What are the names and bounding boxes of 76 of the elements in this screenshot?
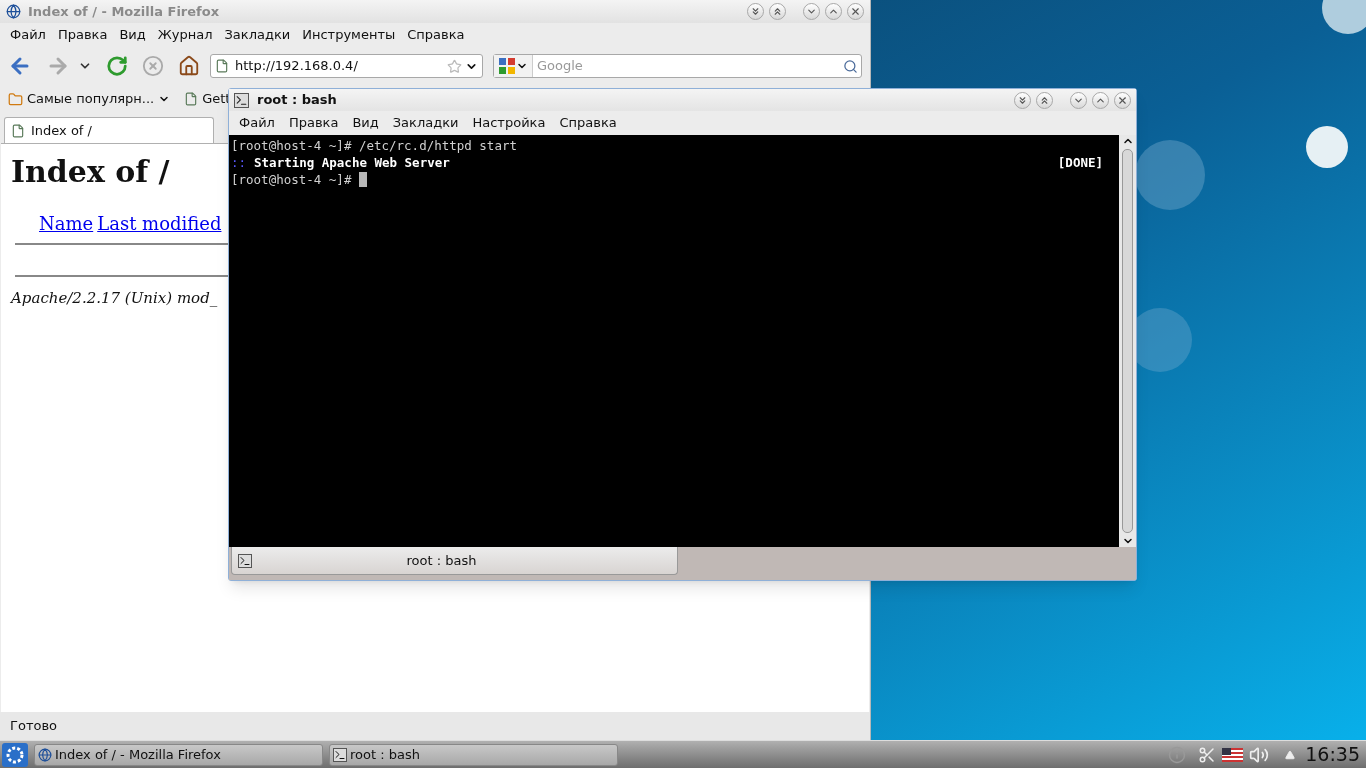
reload-icon[interactable] <box>106 55 128 77</box>
taskbar-button[interactable]: root : bash <box>329 743 618 766</box>
close-icon <box>1117 94 1128 106</box>
gear-icon <box>6 745 24 764</box>
flag-icon[interactable] <box>1222 747 1244 762</box>
double-chevron-up-icon <box>772 6 783 17</box>
search-engine-icon[interactable] <box>498 57 516 75</box>
bookmark-item[interactable]: Gett <box>184 89 231 109</box>
url-text: http://192.168.0.4/ <box>235 57 359 76</box>
close-icon <box>850 6 861 17</box>
star-icon[interactable] <box>447 58 462 74</box>
volume-icon[interactable] <box>1249 744 1270 765</box>
expand-tray-icon[interactable] <box>1285 749 1296 760</box>
minimize-button[interactable] <box>1070 91 1087 109</box>
menu-item[interactable]: Правка <box>51 25 114 45</box>
maximize-button[interactable] <box>1092 91 1109 109</box>
menu-item[interactable]: Настройка <box>465 113 553 133</box>
search-field[interactable]: Google <box>493 54 862 78</box>
scrollbar-thumb[interactable] <box>1122 149 1133 533</box>
terminal-tab[interactable]: root : bash <box>231 547 678 575</box>
menu-item[interactable]: Закладки <box>218 25 297 45</box>
close-button[interactable] <box>847 3 864 20</box>
maximize-button[interactable] <box>825 3 842 20</box>
globe-icon <box>38 747 52 762</box>
menu-item[interactable]: Справка <box>401 25 471 45</box>
page-icon <box>11 123 25 138</box>
status-result: [DONE] <box>1057 154 1103 171</box>
terminal-icon <box>333 747 347 762</box>
globe-icon <box>6 4 21 19</box>
menu-item[interactable]: Файл <box>232 113 282 133</box>
scrollbar[interactable] <box>1119 135 1136 547</box>
status-bar: Готово <box>0 712 870 740</box>
keep-above-button[interactable] <box>1036 91 1053 109</box>
menu-item[interactable]: Вид <box>345 113 386 133</box>
minimize-button[interactable] <box>803 3 820 20</box>
status-prefix: :: <box>231 154 247 171</box>
close-button[interactable] <box>1114 91 1131 109</box>
taskbar-button[interactable]: Index of / - Mozilla Firefox <box>34 743 323 766</box>
keep-above-button[interactable] <box>769 3 786 20</box>
status-message: Starting Apache Web Server <box>254 154 450 171</box>
menu-item[interactable]: Закладки <box>385 113 466 133</box>
menu-item[interactable]: Инструменты <box>296 25 402 45</box>
terminal-prompt: [root@host-4 ~]# <box>231 171 352 188</box>
menu-item[interactable]: Журнал <box>151 25 219 45</box>
column-link[interactable]: Name <box>39 210 94 237</box>
url-field[interactable]: http://192.168.0.4/ <box>210 54 483 78</box>
keep-below-button[interactable] <box>1014 91 1031 109</box>
search-input[interactable]: Google <box>533 56 843 76</box>
cursor-block <box>359 172 368 187</box>
terminal-icon <box>238 553 252 568</box>
browser-tab[interactable]: Index of / <box>4 117 214 143</box>
menu-item[interactable]: Файл <box>4 25 52 45</box>
double-chevron-down-icon <box>1017 94 1028 106</box>
double-chevron-down-icon <box>750 6 761 17</box>
bookmark-item[interactable]: Самые популярн... <box>8 89 171 109</box>
folder-icon <box>8 91 23 107</box>
menu-item[interactable]: Вид <box>113 25 152 45</box>
menu-item[interactable]: Правка <box>281 113 346 133</box>
search-icon[interactable] <box>843 58 858 74</box>
page-icon <box>184 92 199 106</box>
kde-menu-button[interactable] <box>2 742 28 767</box>
scissors-icon[interactable] <box>1198 745 1217 764</box>
double-chevron-up-icon <box>1039 94 1050 106</box>
keep-below-button[interactable] <box>747 3 764 20</box>
clock[interactable]: 16:35 <box>1305 740 1360 768</box>
window-title: Index of / - Mozilla Firefox <box>28 2 220 21</box>
column-link[interactable]: Last modified <box>97 210 222 237</box>
server-signature: Apache/2.2.17 (Unix) mod_ <box>11 288 218 309</box>
home-icon[interactable] <box>178 55 200 77</box>
terminal-icon <box>234 92 249 108</box>
window-title: root : bash <box>257 91 337 110</box>
chevron-down-icon <box>806 6 817 17</box>
terminal-line: [root@host-4 ~]# /etc/rc.d/httpd start <box>231 137 518 154</box>
menu-item[interactable]: Справка <box>552 113 624 133</box>
site-icon <box>215 59 229 73</box>
page-heading: Index of / <box>11 154 170 190</box>
